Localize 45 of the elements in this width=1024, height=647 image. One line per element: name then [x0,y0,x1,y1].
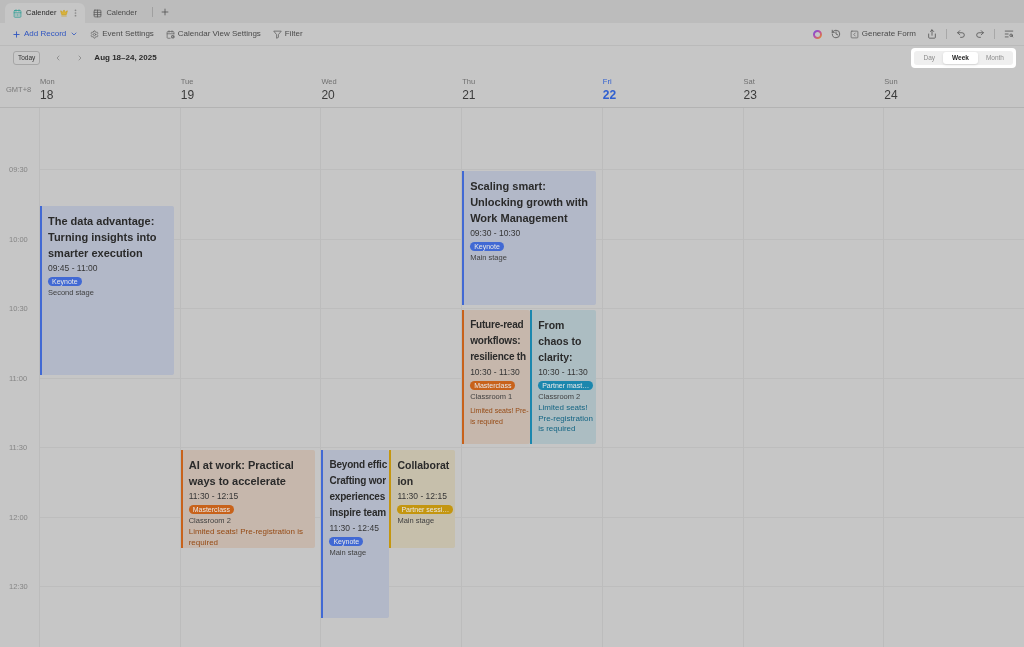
date-number: 23 [743,87,757,103]
event-title: Future-read workflows: resilience th [470,318,526,364]
calendar-gear-icon [165,29,175,39]
event-title: From chaos to clarity: [538,318,583,365]
filter-icon [272,29,282,39]
date-number: 21 [462,87,476,103]
add-record-button[interactable]: Add Record [12,29,79,39]
date-number: 20 [321,87,335,103]
event-settings-button[interactable]: Event Settings [90,29,154,39]
date-range: Aug 18–24, 2025 [94,52,157,64]
view-settings-button[interactable]: Calendar View Settings [165,29,261,39]
event-title: AI at work: Practical ways to accelerate [188,458,295,489]
gear-icon [90,29,100,39]
event-title: Beyond effic Crafting wor experiences inspire team [329,458,388,520]
calendar-icon [13,8,22,18]
caret-icon [70,30,79,38]
ring-icon[interactable] [812,29,822,39]
event-time: 11:30 - 12:45 [329,522,379,535]
date-number: 19 [180,87,195,103]
form-icon [849,29,859,39]
date-number: 18 [40,87,54,103]
event-time: 11:30 - 12:15 [188,490,239,503]
more-icon[interactable] [74,9,78,17]
date-number: 22 [602,87,617,103]
plus-icon [12,29,21,39]
event-note: Limited seats! Pre-registration is required [188,527,304,548]
event-time: 10:30 - 11:30 [470,366,520,379]
redo-icon[interactable] [975,29,985,39]
event-note: Limited seats! Pre-registration is required [538,403,594,435]
filter-button[interactable]: Filter [272,29,303,39]
date-number: 24 [884,87,898,103]
event-time: 11:30 - 12:15 [397,490,447,503]
event-time: 09:45 - 11:00 [48,262,98,275]
event-title: Collaboration [397,458,451,489]
event-title: The data advantage: Turning insights into smarter execution [48,214,158,261]
table-icon [93,8,103,18]
event-time: 09:30 - 10:30 [470,227,521,240]
undo-icon[interactable] [956,29,966,39]
clock-icon[interactable] [830,29,841,39]
share-icon[interactable] [927,29,937,39]
generate-form-button[interactable]: Generate Form [849,29,916,39]
search-icon[interactable] [1004,29,1014,39]
add-tab-icon[interactable] [159,6,170,17]
event-time: 10:30 - 11:30 [538,366,588,379]
event-title: Scaling smart: Unlocking growth with Work Management [470,179,590,226]
